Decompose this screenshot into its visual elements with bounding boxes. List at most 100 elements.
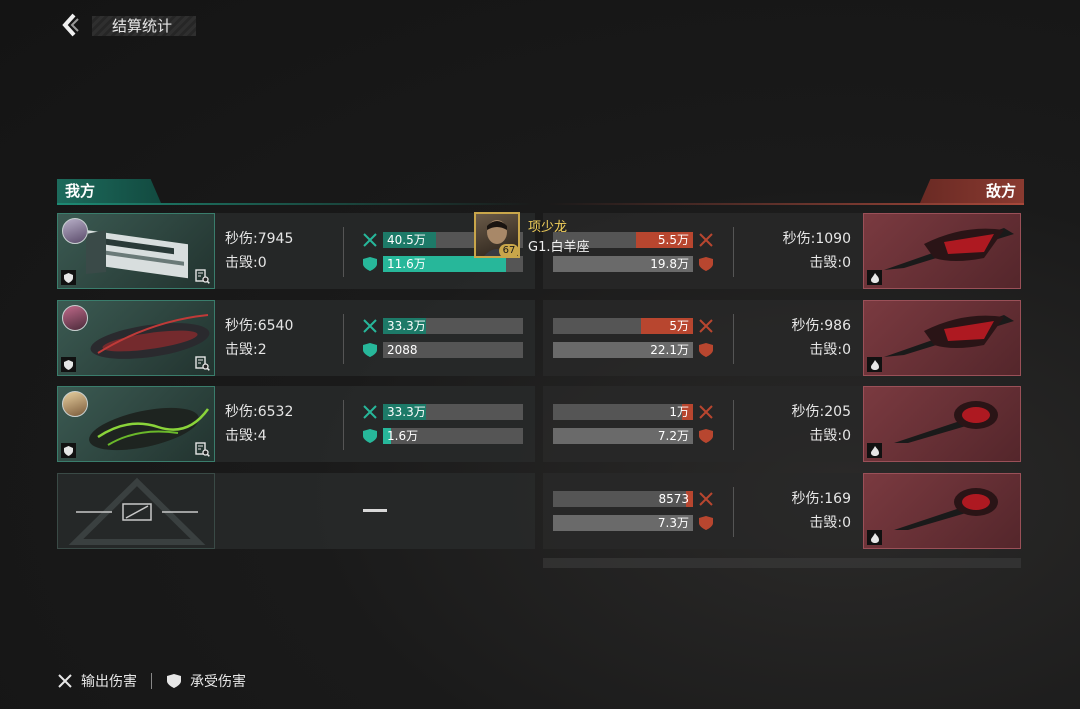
enemy-row-2: 5万 22.1万 秒伤:986 击毁:0 (543, 300, 1021, 376)
damage-dealt-value: 40.5万 (387, 233, 426, 247)
bar-track: 7.2万 (553, 428, 693, 444)
shield-icon (699, 343, 713, 357)
legend-dealt-label: 输出伤害 (81, 674, 137, 690)
kills-text: 击毁:0 (225, 255, 267, 271)
shield-icon (363, 343, 377, 357)
kills-text: 击毁:0 (809, 515, 851, 531)
page-title: 结算统计 (112, 17, 173, 35)
dps-text: 秒伤:6540 (225, 318, 294, 334)
crossed-swords-icon (363, 319, 377, 333)
divider (733, 314, 734, 364)
shield-role-icon (61, 443, 76, 458)
enemy-row-4: 8573 7.3万 秒伤:169 击毁:0 (543, 473, 1021, 549)
page-title-box: 结算统计 (92, 16, 197, 36)
damage-taken-value: 7.3万 (657, 516, 689, 530)
shield-role-icon (61, 357, 76, 372)
dps-text: 秒伤:6532 (225, 404, 294, 420)
ship-card[interactable] (57, 386, 215, 462)
battleship-image (894, 401, 998, 443)
pilot-avatar (62, 391, 88, 417)
legend-dealt: 输出伤害 (57, 671, 137, 691)
pilot-avatar (62, 218, 88, 244)
bar-track: 2088 (383, 342, 523, 358)
damage-taken-value: 2088 (387, 343, 418, 357)
pilot-avatar (62, 305, 88, 331)
ship-stats: 秒伤:986 击毁:0 (792, 314, 851, 362)
ship-card[interactable] (863, 300, 1021, 376)
shield-icon (699, 429, 713, 443)
dps-text: 秒伤:986 (791, 318, 851, 334)
damage-taken-value: 22.1万 (650, 343, 689, 357)
mvp-level-badge: 67 (499, 244, 519, 258)
ship-card[interactable] (863, 386, 1021, 462)
bar-track: 1万 (553, 404, 693, 420)
flame-role-icon (867, 530, 882, 545)
enemy-row-partial (543, 558, 1021, 568)
ours-label: 我方 (57, 179, 161, 203)
mvp-rank: G1.白羊座 (528, 240, 590, 255)
bar-track: 22.1万 (553, 342, 693, 358)
ship-card[interactable] (863, 213, 1021, 289)
kills-text: 击毁:0 (809, 428, 851, 444)
back-button[interactable] (58, 12, 84, 38)
battleship-image (884, 315, 1014, 357)
ours-row-3: 秒伤:6532 击毁:4 33.3万 1.6万 (57, 386, 535, 462)
crossed-swords-icon (363, 405, 377, 419)
enemy-row-3: 1万 7.2万 秒伤:205 击毁:0 (543, 386, 1021, 462)
detail-search-icon[interactable] (195, 269, 210, 284)
crossed-swords-icon (58, 674, 72, 688)
enemy-underline (546, 203, 1024, 205)
divider (733, 400, 734, 450)
bar-track: 33.3万 (383, 404, 523, 420)
legend-taken: 承受伤害 (166, 671, 246, 691)
ship-card[interactable] (57, 300, 215, 376)
ship-stats: 秒伤:1090 击毁:0 (783, 227, 851, 275)
flame-role-icon (867, 443, 882, 458)
damage-taken-value: 11.6万 (387, 257, 426, 271)
detail-search-icon[interactable] (195, 442, 210, 457)
bar-track: 8573 (553, 491, 693, 507)
mvp-badge[interactable]: 67 项少龙 G1.白羊座 (470, 210, 670, 262)
damage-taken-value: 1.6万 (387, 429, 419, 443)
ship-stats: 秒伤:6540 击毁:2 (225, 314, 293, 362)
shield-icon (167, 674, 181, 688)
enemy-label: 敌方 (920, 179, 1024, 203)
ours-underline (57, 203, 535, 205)
divider (343, 314, 344, 364)
crossed-swords-icon (699, 405, 713, 419)
shield-role-icon (61, 270, 76, 285)
bar-track: 33.3万 (383, 318, 523, 334)
ours-row-empty (57, 473, 535, 549)
kills-text: 击毁:0 (809, 342, 851, 358)
ship-card[interactable] (57, 213, 215, 289)
empty-dash (363, 509, 387, 512)
damage-taken-value: 7.2万 (657, 429, 689, 443)
ship-card[interactable] (863, 473, 1021, 549)
mvp-name: 项少龙 (528, 220, 568, 235)
shield-icon (699, 257, 713, 271)
battleship-image (894, 488, 998, 530)
crossed-swords-icon (699, 492, 713, 506)
legend: 输出伤害 承受伤害 (57, 669, 246, 693)
empty-slot-icon (68, 477, 206, 545)
damage-dealt-value: 8573 (658, 492, 689, 506)
damage-dealt-value: 1万 (669, 405, 689, 419)
empty-ship-slot (57, 473, 215, 549)
ship-stats: 秒伤:169 击毁:0 (792, 487, 851, 535)
divider (343, 227, 344, 277)
divider (343, 400, 344, 450)
divider (733, 487, 734, 537)
dps-text: 秒伤:205 (791, 404, 851, 420)
bar-track: 1.6万 (383, 428, 523, 444)
divider (733, 227, 734, 277)
shield-icon (363, 429, 377, 443)
shield-icon (363, 257, 377, 271)
crossed-swords-icon (363, 233, 377, 247)
legend-taken-label: 承受伤害 (190, 674, 246, 690)
ours-row-2: 秒伤:6540 击毁:2 33.3万 2088 (57, 300, 535, 376)
detail-search-icon[interactable] (195, 356, 210, 371)
chevron-left-icon (62, 13, 79, 37)
bar-track: 5万 (553, 318, 693, 334)
battleship-image (884, 228, 1014, 270)
damage-dealt-value: 5万 (669, 319, 689, 333)
